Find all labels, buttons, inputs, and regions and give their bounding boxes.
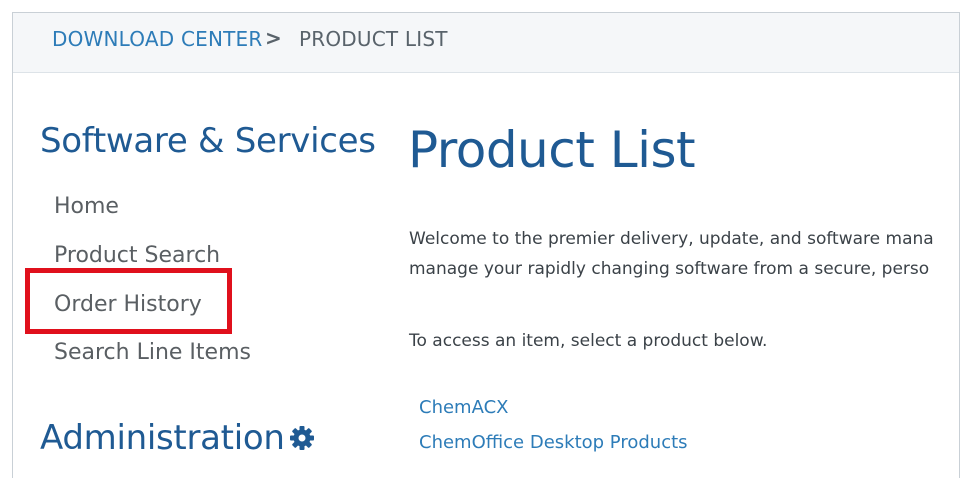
sidebar-item-search-line-items[interactable]: Search Line Items [54, 340, 251, 365]
page-frame: DOWNLOAD CENTER > PRODUCT LIST Software … [12, 12, 960, 478]
sidebar-item-home[interactable]: Home [54, 194, 119, 219]
instruction-text: To access an item, select a product belo… [409, 331, 768, 351]
product-link-chemacx[interactable]: ChemACX [419, 397, 508, 418]
intro-text-line-2: manage your rapidly changing software fr… [409, 259, 930, 279]
breadcrumb-current: PRODUCT LIST [299, 27, 448, 51]
order-history-highlight [25, 268, 232, 334]
intro-text-line-1: Welcome to the premier delivery, update,… [409, 229, 934, 249]
gear-icon[interactable] [289, 420, 315, 450]
breadcrumb-download-center-link[interactable]: DOWNLOAD CENTER [52, 27, 262, 51]
breadcrumb-separator-icon: > [265, 26, 282, 50]
breadcrumb: DOWNLOAD CENTER > PRODUCT LIST [13, 13, 959, 73]
sidebar-title: Software & Services [40, 121, 376, 161]
page-title: Product List [408, 121, 696, 179]
administration-label: Administration [40, 418, 285, 458]
sidebar-item-product-search[interactable]: Product Search [54, 243, 220, 268]
product-link-chemoffice-desktop[interactable]: ChemOffice Desktop Products [419, 432, 688, 453]
administration-title: Administration [40, 418, 315, 458]
